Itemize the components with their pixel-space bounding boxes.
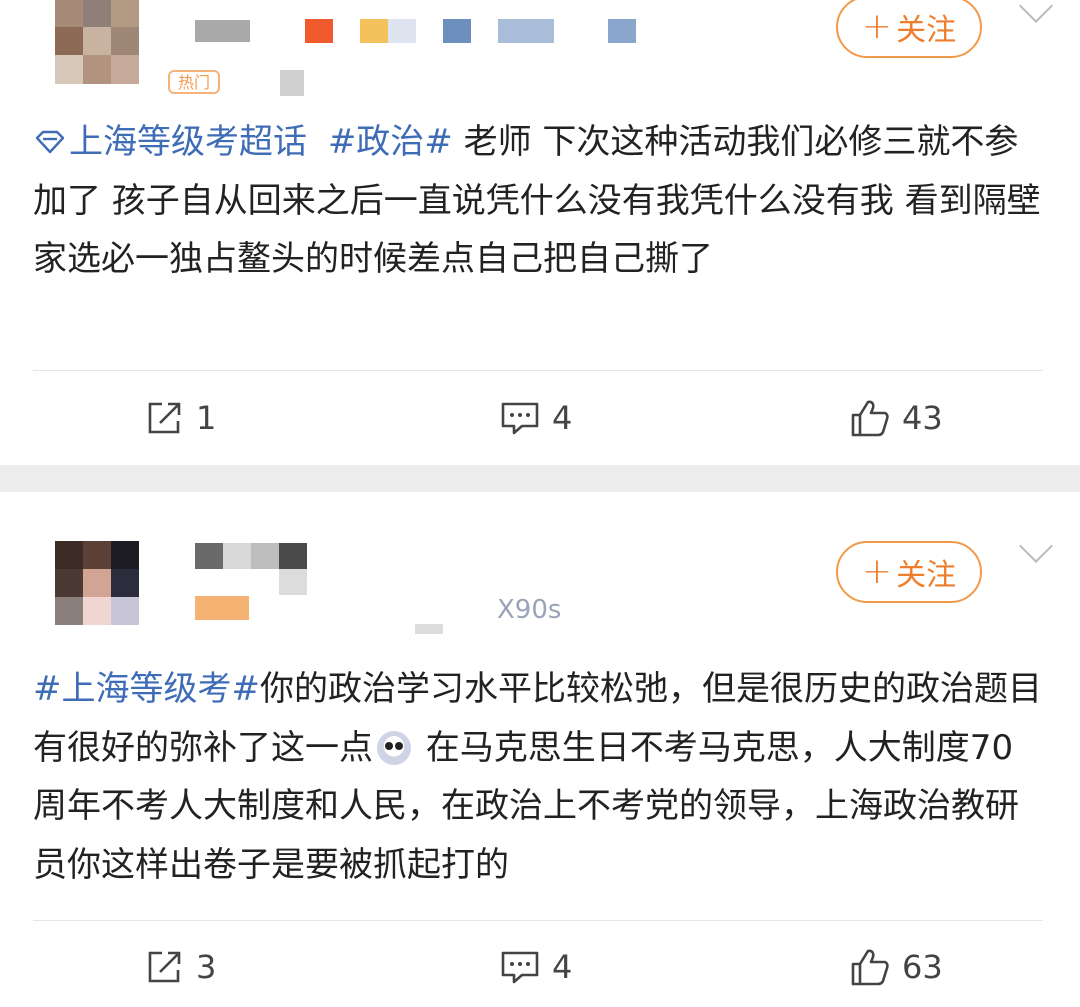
follow-button[interactable]: + 关注 <box>836 0 982 58</box>
avatar[interactable] <box>55 541 139 625</box>
follow-label: 关注 <box>896 558 957 593</box>
repost-count: 3 <box>196 948 217 986</box>
like-count: 63 <box>902 948 943 986</box>
comment-button[interactable]: 4 <box>500 937 572 997</box>
action-bar: 3 4 63 <box>0 937 1080 997</box>
hashtag-link[interactable]: #上海等级考# <box>33 669 260 709</box>
follow-label: 关注 <box>896 13 957 48</box>
divider <box>33 370 1043 371</box>
post-content: #上海等级考#你的政治学习水平比较松弛，但是很历史的政治题目有很好的弥补了这一点… <box>33 660 1043 894</box>
hot-badge: 热门 <box>168 70 220 94</box>
chevron-down-icon[interactable] <box>1019 0 1053 23</box>
device-name: X90s <box>497 595 562 625</box>
plus-icon: + <box>861 551 893 592</box>
comment-count: 4 <box>552 399 573 437</box>
avatar[interactable] <box>55 0 139 84</box>
like-icon <box>851 949 889 986</box>
like-button[interactable]: 43 <box>850 388 943 448</box>
emoji-icon <box>377 730 411 765</box>
topic-link[interactable]: 上海等级考超话 <box>33 122 307 162</box>
repost-button[interactable]: 1 <box>146 388 216 448</box>
like-icon <box>851 400 889 437</box>
repost-icon <box>148 951 181 983</box>
comment-icon <box>501 951 539 984</box>
hashtag-link[interactable]: #政治# <box>328 122 453 162</box>
post-separator <box>0 465 1080 492</box>
diamond-icon <box>35 130 65 154</box>
divider <box>33 920 1043 921</box>
repost-button[interactable]: 3 <box>146 937 216 997</box>
repost-count: 1 <box>196 399 217 437</box>
follow-button[interactable]: + 关注 <box>836 541 982 603</box>
repost-icon <box>148 402 181 434</box>
like-count: 43 <box>902 399 943 437</box>
comment-icon <box>501 402 539 435</box>
action-bar: 1 4 43 <box>0 388 1080 448</box>
weibo-post-1: 热门 + 关注 上海等级考超话 #政治# 老师 下次这种活动我们必修三就不参加了… <box>0 0 1080 465</box>
comment-count: 4 <box>552 948 573 986</box>
comment-button[interactable]: 4 <box>500 388 572 448</box>
like-button[interactable]: 63 <box>850 937 943 997</box>
post-content: 上海等级考超话 #政治# 老师 下次这种活动我们必修三就不参加了 孩子自从回来之… <box>33 113 1043 289</box>
plus-icon: + <box>861 6 893 47</box>
